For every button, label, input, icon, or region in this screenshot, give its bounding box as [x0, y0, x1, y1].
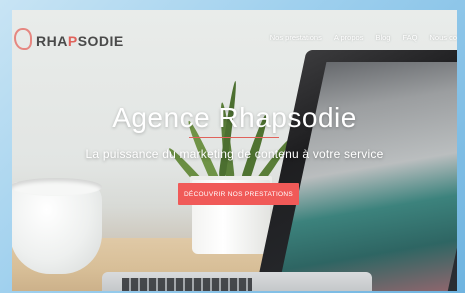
site-header: RHAPSODIE Nos prestations A propos Blog … [12, 10, 457, 68]
main-nav: Nos prestations A propos Blog FAQ Nous c… [270, 33, 457, 42]
nav-item-faq[interactable]: FAQ [402, 33, 417, 42]
logo-accent: P [67, 33, 78, 49]
window-frame: RHAPSODIE Nos prestations A propos Blog … [0, 0, 465, 293]
site-logo[interactable]: RHAPSODIE [36, 33, 124, 49]
nav-item-a-propos[interactable]: A propos [334, 33, 364, 42]
discover-services-button[interactable]: DÉCOUVRIR NOS PRESTATIONS [178, 183, 299, 205]
logo-suffix: SODIE [77, 33, 124, 49]
logo-icon[interactable] [14, 28, 32, 50]
nav-item-prestations[interactable]: Nos prestations [270, 33, 322, 42]
hero-divider [189, 137, 279, 138]
hero-subtitle: La puissance du marketing de contenu à v… [85, 147, 384, 161]
mug-rim-image [12, 178, 102, 196]
laptop-keyboard-image [122, 278, 252, 291]
webpage-viewport: RHAPSODIE Nos prestations A propos Blog … [12, 10, 457, 291]
nav-item-contact[interactable]: Nous co [429, 33, 457, 42]
nav-item-blog[interactable]: Blog [375, 33, 390, 42]
hero-title: Agence Rhapsodie [112, 102, 357, 133]
logo-prefix: RHA [36, 33, 68, 49]
